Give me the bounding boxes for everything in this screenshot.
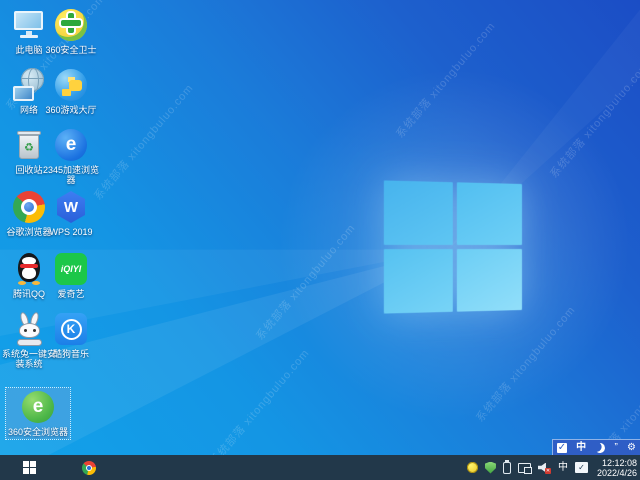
icon-label: 2345加速浏览器 xyxy=(42,165,100,185)
recycle-bin-icon: ♻ xyxy=(12,128,46,162)
desktop-icon-wps-2019[interactable]: W WPS 2019 xyxy=(42,190,100,237)
windows-logo-pane xyxy=(456,182,522,245)
wps-icon: W xyxy=(54,190,88,224)
icon-label: 网络 xyxy=(19,105,38,115)
iqiyi-icon: iQIYI xyxy=(54,252,88,286)
mute-badge: ✕ xyxy=(544,467,551,474)
taskbar-chrome-button[interactable] xyxy=(82,460,96,475)
desktop-icon-2345-browser[interactable]: e 2345加速浏览器 xyxy=(42,128,100,185)
windows-logo-pane xyxy=(456,249,522,312)
desktop-icon-iqiyi[interactable]: iQIYI 爱奇艺 xyxy=(42,252,100,299)
360-safety-guard-icon xyxy=(54,8,88,42)
clock-time: 12:12:08 xyxy=(601,457,637,468)
desktop-icon-360-secure-browser[interactable]: e 360安全浏览器 xyxy=(5,387,71,440)
ime-language-bar[interactable]: ✓ 中 ” ⚙ xyxy=(552,439,640,456)
icon-label: WPS 2019 xyxy=(49,227,93,237)
desktop-icon-kugou-music[interactable]: K 酷狗音乐 xyxy=(42,312,100,359)
tray-display-icon[interactable] xyxy=(517,462,532,474)
ime-checkbox-icon[interactable]: ✓ xyxy=(557,442,567,453)
tray-usb-icon[interactable] xyxy=(502,459,511,474)
system-tray: ✕ 中 ✓ 12:12:08 2022/4/26 xyxy=(466,458,640,478)
360-game-hall-icon xyxy=(54,68,88,102)
taskbar: ✕ 中 ✓ 12:12:08 2022/4/26 xyxy=(0,455,640,480)
chrome-icon xyxy=(12,190,46,224)
watermark-text: 系统部落 xitongbuluo.com xyxy=(208,347,312,468)
windows-logo-pane xyxy=(383,180,453,245)
icon-label: 360安全卫士 xyxy=(45,45,97,55)
tray-shield-icon[interactable] xyxy=(484,461,496,474)
tray-ime-indicator[interactable]: 中 xyxy=(558,462,568,473)
2345-browser-icon: e xyxy=(54,128,88,162)
this-pc-icon xyxy=(12,8,46,42)
watermark-text: 系统部落 xitongbuluo.com xyxy=(474,304,578,425)
tray-360-icon[interactable] xyxy=(466,462,478,473)
network-icon xyxy=(12,68,46,102)
watermark-text: 系统部落 xitongbuluo.com xyxy=(394,20,498,141)
windows-logo-pane xyxy=(383,249,453,314)
icon-label: 360安全浏览器 xyxy=(7,427,69,437)
windows-flag-icon xyxy=(23,460,29,467)
start-button[interactable] xyxy=(23,460,37,475)
icon-label: 腾讯QQ xyxy=(12,289,45,299)
watermark-text: 系统部落 xitongbuluo.com xyxy=(92,82,196,203)
ime-chinese-mode-icon[interactable]: 中 xyxy=(576,442,586,453)
ime-settings-gear-icon[interactable]: ⚙ xyxy=(627,442,636,453)
touch-keyboard-icon[interactable]: ✓ xyxy=(574,462,588,473)
icon-label: 360游戏大厅 xyxy=(45,105,97,115)
ime-fullwidth-moon-icon[interactable] xyxy=(594,441,606,453)
ime-punctuation-icon[interactable]: ” xyxy=(615,442,618,453)
watermark-text: 系统部落 xitongbuluo.com xyxy=(548,60,640,181)
windows-logo xyxy=(383,180,522,314)
desktop-icon-360-game-hall[interactable]: 360游戏大厅 xyxy=(42,68,100,115)
qq-penguin-icon xyxy=(12,252,46,286)
rabbit-icon xyxy=(12,311,46,346)
360-browser-icon: e xyxy=(21,390,55,424)
clock-date: 2022/4/26 xyxy=(596,467,637,478)
icon-label: 回收站 xyxy=(15,165,43,175)
tray-volume-muted-icon[interactable]: ✕ xyxy=(537,462,551,474)
icon-label: 酷狗音乐 xyxy=(52,349,89,359)
icon-label: 爱奇艺 xyxy=(57,289,85,299)
taskbar-clock[interactable]: 12:12:08 2022/4/26 xyxy=(595,458,637,478)
icon-label: 此电脑 xyxy=(15,45,43,55)
kugou-icon: K xyxy=(54,312,88,346)
watermark-text: 系统部落 xitongbuluo.com xyxy=(254,222,358,343)
desktop-icon-360-safety-guard[interactable]: 360安全卫士 xyxy=(42,8,100,55)
